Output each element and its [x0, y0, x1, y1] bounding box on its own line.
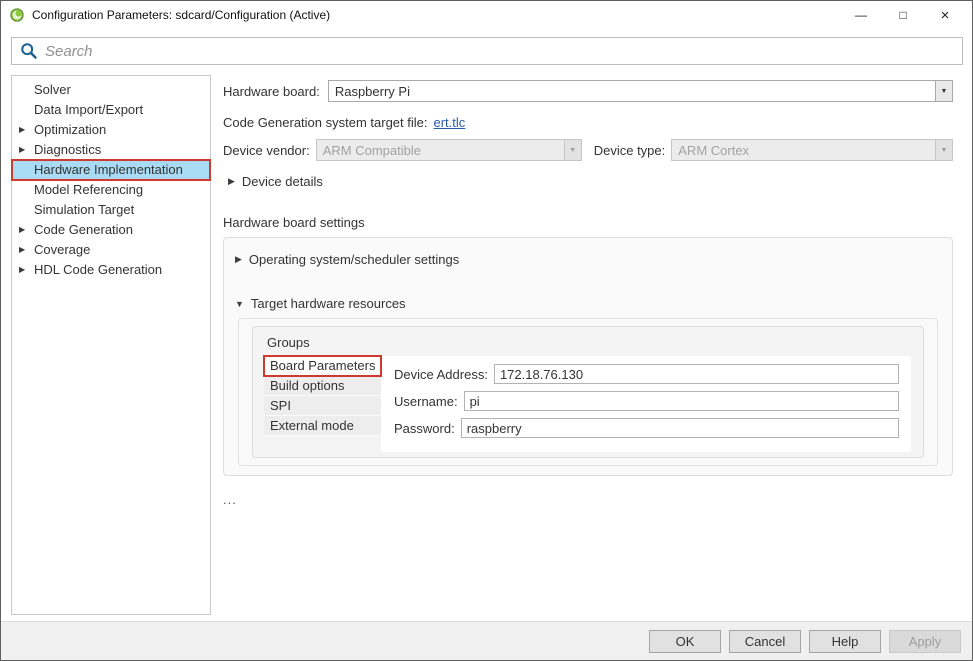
sidebar-item-hardware-implementation[interactable]: Hardware Implementation — [12, 160, 210, 180]
group-item-board-parameters[interactable]: Board Parameters — [264, 356, 381, 376]
expand-arrow-icon[interactable]: ▶ — [19, 120, 25, 140]
sidebar-item-label: Code Generation — [34, 222, 133, 237]
target-file-link[interactable]: ert.tlc — [434, 115, 466, 130]
title-bar: Configuration Parameters: sdcard/Configu… — [1, 1, 972, 29]
target-hardware-resources-panel: Groups Board Parameters Build options SP… — [238, 318, 938, 466]
sidebar-item-code-generation[interactable]: ▶ Code Generation — [12, 220, 210, 240]
group-item-label: Board Parameters — [270, 358, 376, 373]
expand-arrow-icon[interactable]: ▶ — [19, 220, 25, 240]
help-button[interactable]: Help — [809, 630, 881, 653]
os-scheduler-expander[interactable]: ▶ Operating system/scheduler settings — [224, 252, 952, 267]
search-bar — [11, 37, 963, 65]
device-address-field[interactable] — [494, 364, 899, 384]
expand-arrow-icon[interactable]: ▶ — [19, 240, 25, 260]
sidebar-item-label: Optimization — [34, 122, 106, 137]
os-scheduler-label: Operating system/scheduler settings — [249, 252, 459, 267]
sidebar-item-diagnostics[interactable]: ▶ Diagnostics — [12, 140, 210, 160]
dialog-footer: OK Cancel Help Apply — [1, 621, 972, 660]
hardware-board-value: Raspberry Pi — [329, 81, 935, 101]
category-tree: Solver Data Import/Export ▶ Optimization… — [11, 75, 211, 615]
hardware-board-settings-panel: ▶ Operating system/scheduler settings ▼ … — [223, 237, 953, 476]
maximize-button[interactable]: □ — [882, 1, 924, 29]
window-controls: — □ × — [840, 1, 966, 29]
dropdown-button: ▼ — [935, 140, 952, 160]
sidebar-item-label: Model Referencing — [34, 182, 143, 197]
target-hardware-resources-expander[interactable]: ▼ Target hardware resources — [224, 296, 952, 311]
simulink-icon — [10, 8, 24, 22]
groups-box: Groups Board Parameters Build options SP… — [252, 326, 924, 458]
window-title: Configuration Parameters: sdcard/Configu… — [32, 8, 330, 22]
groups-list: Board Parameters Build options SPI Exter… — [264, 356, 381, 452]
sidebar-item-label: Simulation Target — [34, 202, 134, 217]
sidebar-item-label: Hardware Implementation — [34, 162, 183, 177]
sidebar-item-hdl-code-generation[interactable]: ▶ HDL Code Generation — [12, 260, 210, 280]
sidebar-item-data-import-export[interactable]: Data Import/Export — [12, 100, 210, 120]
cancel-button[interactable]: Cancel — [729, 630, 801, 653]
search-icon — [20, 42, 38, 60]
username-label: Username: — [394, 394, 458, 409]
sidebar-item-coverage[interactable]: ▶ Coverage — [12, 240, 210, 260]
groups-label: Groups — [253, 334, 923, 352]
sidebar-item-label: Data Import/Export — [34, 102, 143, 117]
group-item-label: External mode — [270, 418, 354, 433]
sidebar-item-optimization[interactable]: ▶ Optimization — [12, 120, 210, 140]
expand-arrow-icon: ▶ — [228, 176, 235, 187]
device-type-label: Device type: — [594, 143, 666, 158]
expand-arrow-icon[interactable]: ▶ — [19, 260, 25, 280]
apply-button: Apply — [889, 630, 961, 653]
password-label: Password: — [394, 421, 455, 436]
group-item-external-mode[interactable]: External mode — [264, 416, 381, 436]
sidebar-item-simulation-target[interactable]: Simulation Target — [12, 200, 210, 220]
device-vendor-label: Device vendor: — [223, 143, 310, 158]
collapse-arrow-icon: ▼ — [235, 299, 244, 309]
device-details-label: Device details — [242, 174, 323, 189]
expand-arrow-icon[interactable]: ▶ — [19, 140, 25, 160]
target-file-label: Code Generation system target file: — [223, 115, 428, 130]
device-type-select: ARM Cortex ▼ — [671, 139, 953, 161]
sidebar-item-label: HDL Code Generation — [34, 262, 162, 277]
device-address-label: Device Address: — [394, 367, 488, 382]
hardware-board-settings-title: Hardware board settings — [223, 215, 953, 230]
hardware-board-label: Hardware board: — [223, 84, 320, 99]
device-vendor-value: ARM Compatible — [317, 140, 564, 160]
expand-arrow-icon: ▶ — [235, 254, 242, 265]
username-field[interactable] — [464, 391, 899, 411]
dropdown-button: ▼ — [564, 140, 581, 160]
device-vendor-select: ARM Compatible ▼ — [316, 139, 582, 161]
sidebar-item-solver[interactable]: Solver — [12, 80, 210, 100]
group-item-spi[interactable]: SPI — [264, 396, 381, 416]
group-item-label: SPI — [270, 398, 291, 413]
sidebar-item-label: Diagnostics — [34, 142, 101, 157]
sidebar-item-label: Solver — [34, 82, 71, 97]
device-details-expander[interactable]: ▶ Device details — [223, 174, 953, 189]
sidebar-item-model-referencing[interactable]: Model Referencing — [12, 180, 210, 200]
close-button[interactable]: × — [924, 1, 966, 29]
sidebar-item-label: Coverage — [34, 242, 90, 257]
ellipsis-text: ... — [223, 492, 953, 507]
main-panel: Hardware board: Raspberry Pi ▼ Code Gene… — [223, 75, 953, 507]
search-input[interactable] — [45, 39, 962, 63]
group-item-build-options[interactable]: Build options — [264, 376, 381, 396]
chevron-down-icon: ▼ — [569, 147, 576, 154]
ok-button[interactable]: OK — [649, 630, 721, 653]
device-type-value: ARM Cortex — [672, 140, 935, 160]
dropdown-button[interactable]: ▼ — [935, 81, 952, 101]
board-parameters-form: Device Address: Username: Password: — [381, 356, 911, 452]
chevron-down-icon: ▼ — [941, 147, 948, 154]
target-hardware-resources-label: Target hardware resources — [251, 296, 406, 311]
group-item-label: Build options — [270, 378, 344, 393]
chevron-down-icon: ▼ — [941, 88, 948, 95]
hardware-board-select[interactable]: Raspberry Pi ▼ — [328, 80, 953, 102]
password-field[interactable] — [461, 418, 899, 438]
configuration-parameters-window: Configuration Parameters: sdcard/Configu… — [0, 0, 973, 661]
minimize-button[interactable]: — — [840, 1, 882, 29]
